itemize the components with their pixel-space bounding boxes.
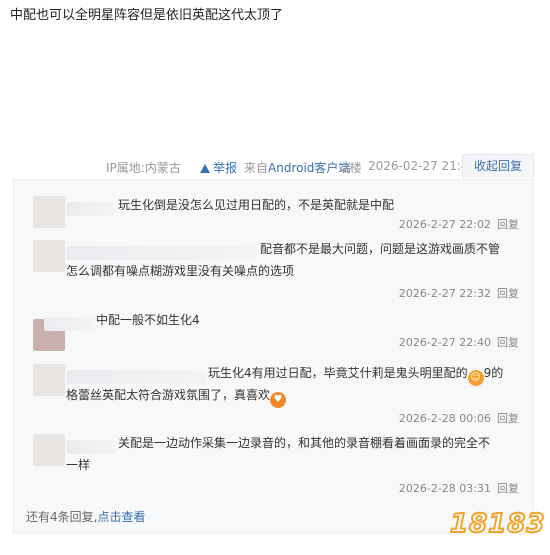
- reply-text: 玩生化4有用过日配，毕竟艾什莉是鬼头明里配的 ☺ 9的: [208, 362, 503, 386]
- reply-item: 玩生化倒是没怎么见过用日配的，不是英配就是中配 2026-2-27 22:02 回…: [14, 194, 535, 234]
- ip-location: IP属地:内蒙古: [106, 161, 181, 175]
- reply-button[interactable]: 回复: [497, 218, 519, 231]
- username[interactable]: [44, 317, 94, 331]
- username[interactable]: [66, 246, 256, 260]
- reply-time: 2026-2-28 00:06: [398, 412, 491, 425]
- floor-number: 2楼: [342, 161, 362, 175]
- collapse-replies-button[interactable]: 收起回复: [462, 154, 534, 178]
- report-link[interactable]: 举报: [200, 159, 237, 176]
- username[interactable]: [66, 202, 114, 216]
- client-link[interactable]: Android客户端: [268, 161, 350, 175]
- reply-text-cont: 怎么调都有噪点糊游戏里没有关噪点的选项: [66, 264, 295, 278]
- reply-time: 2026-2-27 22:32: [398, 287, 491, 300]
- reply-meta: 2026-2-27 22:40 回复: [399, 334, 519, 350]
- post-text: 中配也可以全明星阵容但是依旧英配这代太顶了: [10, 8, 284, 23]
- reply-time: 2026-2-28 03:31: [398, 482, 491, 495]
- username[interactable]: [66, 440, 116, 454]
- reply-meta: 2026-2-27 22:02 回复: [399, 216, 519, 232]
- reply-text-b: 9的: [483, 366, 504, 380]
- more-prefix: 还有4条回复,: [26, 510, 98, 524]
- reply-button[interactable]: 回复: [497, 482, 519, 495]
- reply-text: 关配是一边动作采集一边录音的，和其他的录音棚看着画面录的完全不: [118, 436, 491, 450]
- reply-text-cont: 一样: [66, 458, 91, 472]
- reply-item: 关配是一边动作采集一边录音的，和其他的录音棚看着画面录的完全不 一样 2026-…: [14, 432, 535, 498]
- reply-button[interactable]: 回复: [497, 336, 519, 349]
- client-info: 来自Android客户端: [244, 159, 350, 176]
- post-time: 2026-02-27 21:49: [368, 159, 477, 173]
- laugh-emoji-icon: ☺: [467, 370, 484, 386]
- reply-time: 2026-2-27 22:40: [398, 336, 491, 349]
- avatar[interactable]: [33, 240, 65, 272]
- view-more-link[interactable]: 点击查看: [97, 510, 145, 524]
- reply-text-c: 格蕾丝英配太符合游戏氛围了，真喜欢: [66, 388, 271, 402]
- reply-button[interactable]: 回复: [497, 412, 519, 425]
- report-label: 举报: [213, 161, 238, 175]
- reply-panel: 玩生化倒是没怎么见过用日配的，不是英配就是中配 2026-2-27 22:02 回…: [13, 179, 534, 534]
- avatar[interactable]: [33, 196, 65, 228]
- client-prefix: 来自: [244, 161, 269, 175]
- reply-meta: 2026-2-28 00:06 回复: [399, 410, 519, 426]
- avatar[interactable]: [33, 434, 65, 466]
- username[interactable]: [66, 370, 206, 384]
- watermark-text: 18183: [449, 508, 546, 540]
- reply-text: 玩生化倒是没怎么见过用日配的，不是英配就是中配: [118, 198, 395, 212]
- more-replies: 还有4条回复,点击查看: [26, 508, 145, 525]
- reply-item: 玩生化4有用过日配，毕竟艾什莉是鬼头明里配的 ☺ 9的 格蕾丝英配太符合游戏氛围了，…: [14, 362, 535, 428]
- reply-time: 2026-2-27 22:02: [398, 218, 491, 231]
- reply-text-a: 玩生化4有用过日配，毕竟艾什莉是鬼头明里配的: [208, 366, 468, 380]
- post-meta-bar: IP属地:内蒙古 举报 来自Android客户端 2楼 2026-02-27 2…: [0, 153, 550, 179]
- avatar[interactable]: [33, 364, 65, 396]
- reply-meta: 2026-2-28 03:31 回复: [399, 480, 519, 496]
- site-watermark-logo: 18183: [446, 503, 546, 547]
- reply-text: 配音都不是最大问题，问题是这游戏画质不管: [260, 242, 501, 256]
- reply-item: 中配一般不如生化4 2026-2-27 22:40 回复: [14, 309, 535, 355]
- reply-meta: 2026-2-27 22:32 回复: [399, 285, 519, 301]
- reply-button[interactable]: 回复: [497, 287, 519, 300]
- warning-icon: [200, 164, 210, 173]
- reply-item: 配音都不是最大问题，问题是这游戏画质不管 怎么调都有噪点糊游戏里没有关噪点的选项…: [14, 238, 535, 304]
- reply-text-cont: 格蕾丝英配太符合游戏氛围了，真喜欢 ♥: [66, 384, 287, 408]
- love-emoji-icon: ♥: [270, 392, 287, 408]
- reply-text: 中配一般不如生化4: [96, 313, 200, 327]
